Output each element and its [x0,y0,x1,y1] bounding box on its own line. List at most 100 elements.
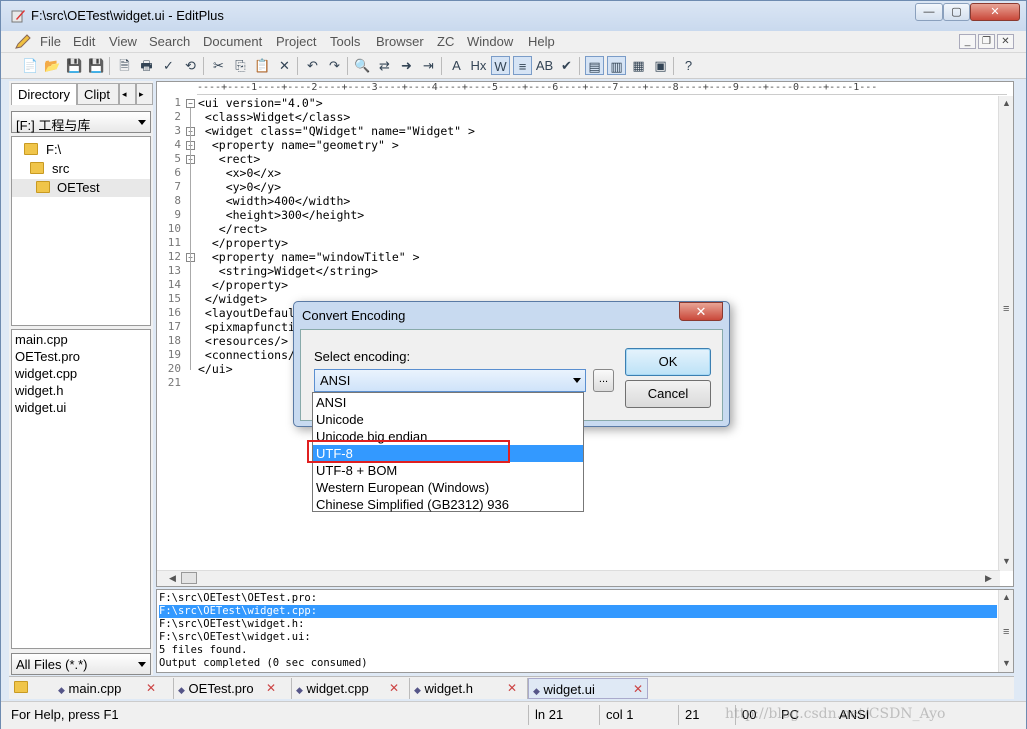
menu-tools[interactable]: Tools [330,34,360,49]
fullscreen-icon[interactable]: ▣ [651,56,670,75]
tree-item-oetest[interactable]: OETest [12,179,150,197]
help-icon[interactable]: ? [679,56,698,75]
code-line[interactable]: <height>300</height> [198,208,364,222]
sync-icon[interactable]: ⟲ [181,56,200,75]
code-line[interactable]: <connections/ [198,348,295,362]
tab-widget-cpp[interactable]: ◆ widget.cpp ✕ [292,678,410,699]
new-icon[interactable]: 📄 [21,56,40,75]
code-line[interactable]: <rect> [198,152,261,166]
print-icon[interactable]: 🖶 [137,56,156,75]
file-list[interactable]: main.cpp OETest.pro widget.cpp widget.h … [11,329,151,649]
menu-search[interactable]: Search [149,34,190,49]
output-line[interactable]: F:\src\OETest\widget.ui: [159,631,997,644]
minimize-button[interactable]: — [915,3,943,21]
encoding-option[interactable]: UTF-8 + BOM [313,462,583,479]
mdi-restore-button[interactable]: ❐ [978,34,995,49]
scroll-right-icon[interactable]: ▶ [985,573,992,584]
tab-cliptext[interactable]: Clipt [77,83,119,105]
menu-zc[interactable]: ZC [437,34,454,49]
check-icon[interactable]: ✔ [557,56,576,75]
file-filter-select[interactable]: All Files (*.*) [11,653,151,675]
line-number-icon[interactable]: ≡ [513,56,532,75]
output-line[interactable]: 5 files found. [159,644,997,657]
more-encodings-button[interactable]: ... [593,369,614,392]
tab-directory[interactable]: Directory [11,83,77,105]
output-line[interactable]: F:\src\OETest\widget.cpp: [159,605,997,618]
sidebar-icon[interactable]: ▤ [585,56,604,75]
scroll-left-icon[interactable]: ◀ [169,573,176,584]
code-line[interactable]: </property> [198,236,288,250]
file-item-widget-cpp[interactable]: widget.cpp [15,366,77,381]
close-tab-icon[interactable]: ✕ [633,679,643,700]
code-line[interactable]: <layoutDefaul [198,306,295,320]
scroll-down-icon[interactable]: ▼ [1002,658,1011,668]
output-scrollbar[interactable]: ▲ ≡ ▼ [998,590,1013,672]
menu-help[interactable]: Help [528,34,555,49]
dialog-close-button[interactable]: ✕ [679,302,723,321]
scroll-up-icon[interactable]: ▲ [1002,98,1011,108]
output-line[interactable]: F:\src\OETest\widget.h: [159,618,997,631]
encoding-option[interactable]: ANSI [313,394,583,411]
menu-file[interactable]: File [40,34,61,49]
code-line[interactable]: </property> [198,278,288,292]
copy-icon[interactable]: ⎘ [231,56,250,75]
close-tab-icon[interactable]: ✕ [389,678,399,699]
encoding-option[interactable]: Western European (Windows) [313,479,583,496]
spellcheck-icon[interactable]: ✓ [159,56,178,75]
scroll-grip-icon[interactable]: ≡ [1003,303,1009,315]
indent-icon[interactable]: ⇥ [419,56,438,75]
replace-icon[interactable]: ⇄ [375,56,394,75]
output-line[interactable]: Output completed (0 sec consumed) [159,657,997,670]
file-item-oetest-pro[interactable]: OETest.pro [15,349,80,364]
menu-edit[interactable]: Edit [73,34,95,49]
close-button[interactable]: ✕ [970,3,1020,21]
code-line[interactable]: </rect> [198,222,267,236]
font-icon[interactable]: A [447,56,466,75]
paste-icon[interactable]: 📋 [253,56,272,75]
file-item-widget-ui[interactable]: widget.ui [15,400,66,415]
cancel-button[interactable]: Cancel [625,380,711,408]
cut-icon[interactable]: ✂ [209,56,228,75]
code-line[interactable]: <class>Widget</class> [198,110,350,124]
menu-browser[interactable]: Browser [376,34,424,49]
delete-icon[interactable]: ✕ [275,56,294,75]
code-line[interactable]: <y>0</y> [198,180,281,194]
code-line[interactable]: <pixmapfuncti [198,320,295,334]
code-line[interactable]: </ui> [198,362,233,376]
menu-view[interactable]: View [109,34,137,49]
open-icon[interactable]: 📂 [43,56,62,75]
drive-select[interactable]: [F:] 工程与库 [11,111,151,133]
code-line[interactable]: <property name="geometry" > [198,138,399,152]
close-tab-icon[interactable]: ✕ [146,678,156,699]
code-line[interactable]: <string>Widget</string> [198,264,378,278]
column-select-icon[interactable]: AB [535,56,554,75]
hex-icon[interactable]: Hx [469,56,488,75]
file-item-main-cpp[interactable]: main.cpp [15,332,68,347]
code-line[interactable]: <widget class="QWidget" name="Widget" > [198,124,475,138]
menu-document[interactable]: Document [203,34,262,49]
vertical-scrollbar[interactable]: ▲ ≡ ▼ [998,96,1013,571]
code-line[interactable]: </widget> [198,292,267,306]
close-tab-icon[interactable]: ✕ [507,678,517,699]
code-line[interactable]: <resources/> [198,334,288,348]
horizontal-scrollbar[interactable]: ◀ ▶ [157,570,1000,586]
tab-scroll-right-icon[interactable]: ▸ [136,83,153,105]
mdi-minimize-button[interactable]: _ [959,34,976,49]
tab-widget-h[interactable]: ◆ widget.h ✕ [410,678,528,699]
goto-icon[interactable]: ➜ [397,56,416,75]
output-window[interactable]: ▲ ≡ ▼ F:\src\OETest\OETest.pro: F:\src\OE… [156,589,1014,673]
tree-item-src[interactable]: src [30,160,144,178]
menu-project[interactable]: Project [276,34,316,49]
code-line[interactable]: <ui version="4.0"> [198,96,323,110]
code-line[interactable]: <width>400</width> [198,194,351,208]
encoding-option[interactable]: Unicode [313,411,583,428]
tab-widget-ui[interactable]: ◆ widget.ui ✕ [528,678,648,699]
save-all-icon[interactable]: 💾 [87,56,106,75]
scroll-thumb[interactable] [181,572,197,584]
print-preview-icon[interactable]: 🗎 [115,56,134,75]
redo-icon[interactable]: ↷ [325,56,344,75]
scroll-up-icon[interactable]: ▲ [1002,592,1011,602]
code-line[interactable]: <property name="windowTitle" > [198,250,420,264]
maximize-button[interactable]: ▢ [943,3,970,21]
tab-oetest-pro[interactable]: ◆ OETest.pro ✕ [174,678,292,699]
